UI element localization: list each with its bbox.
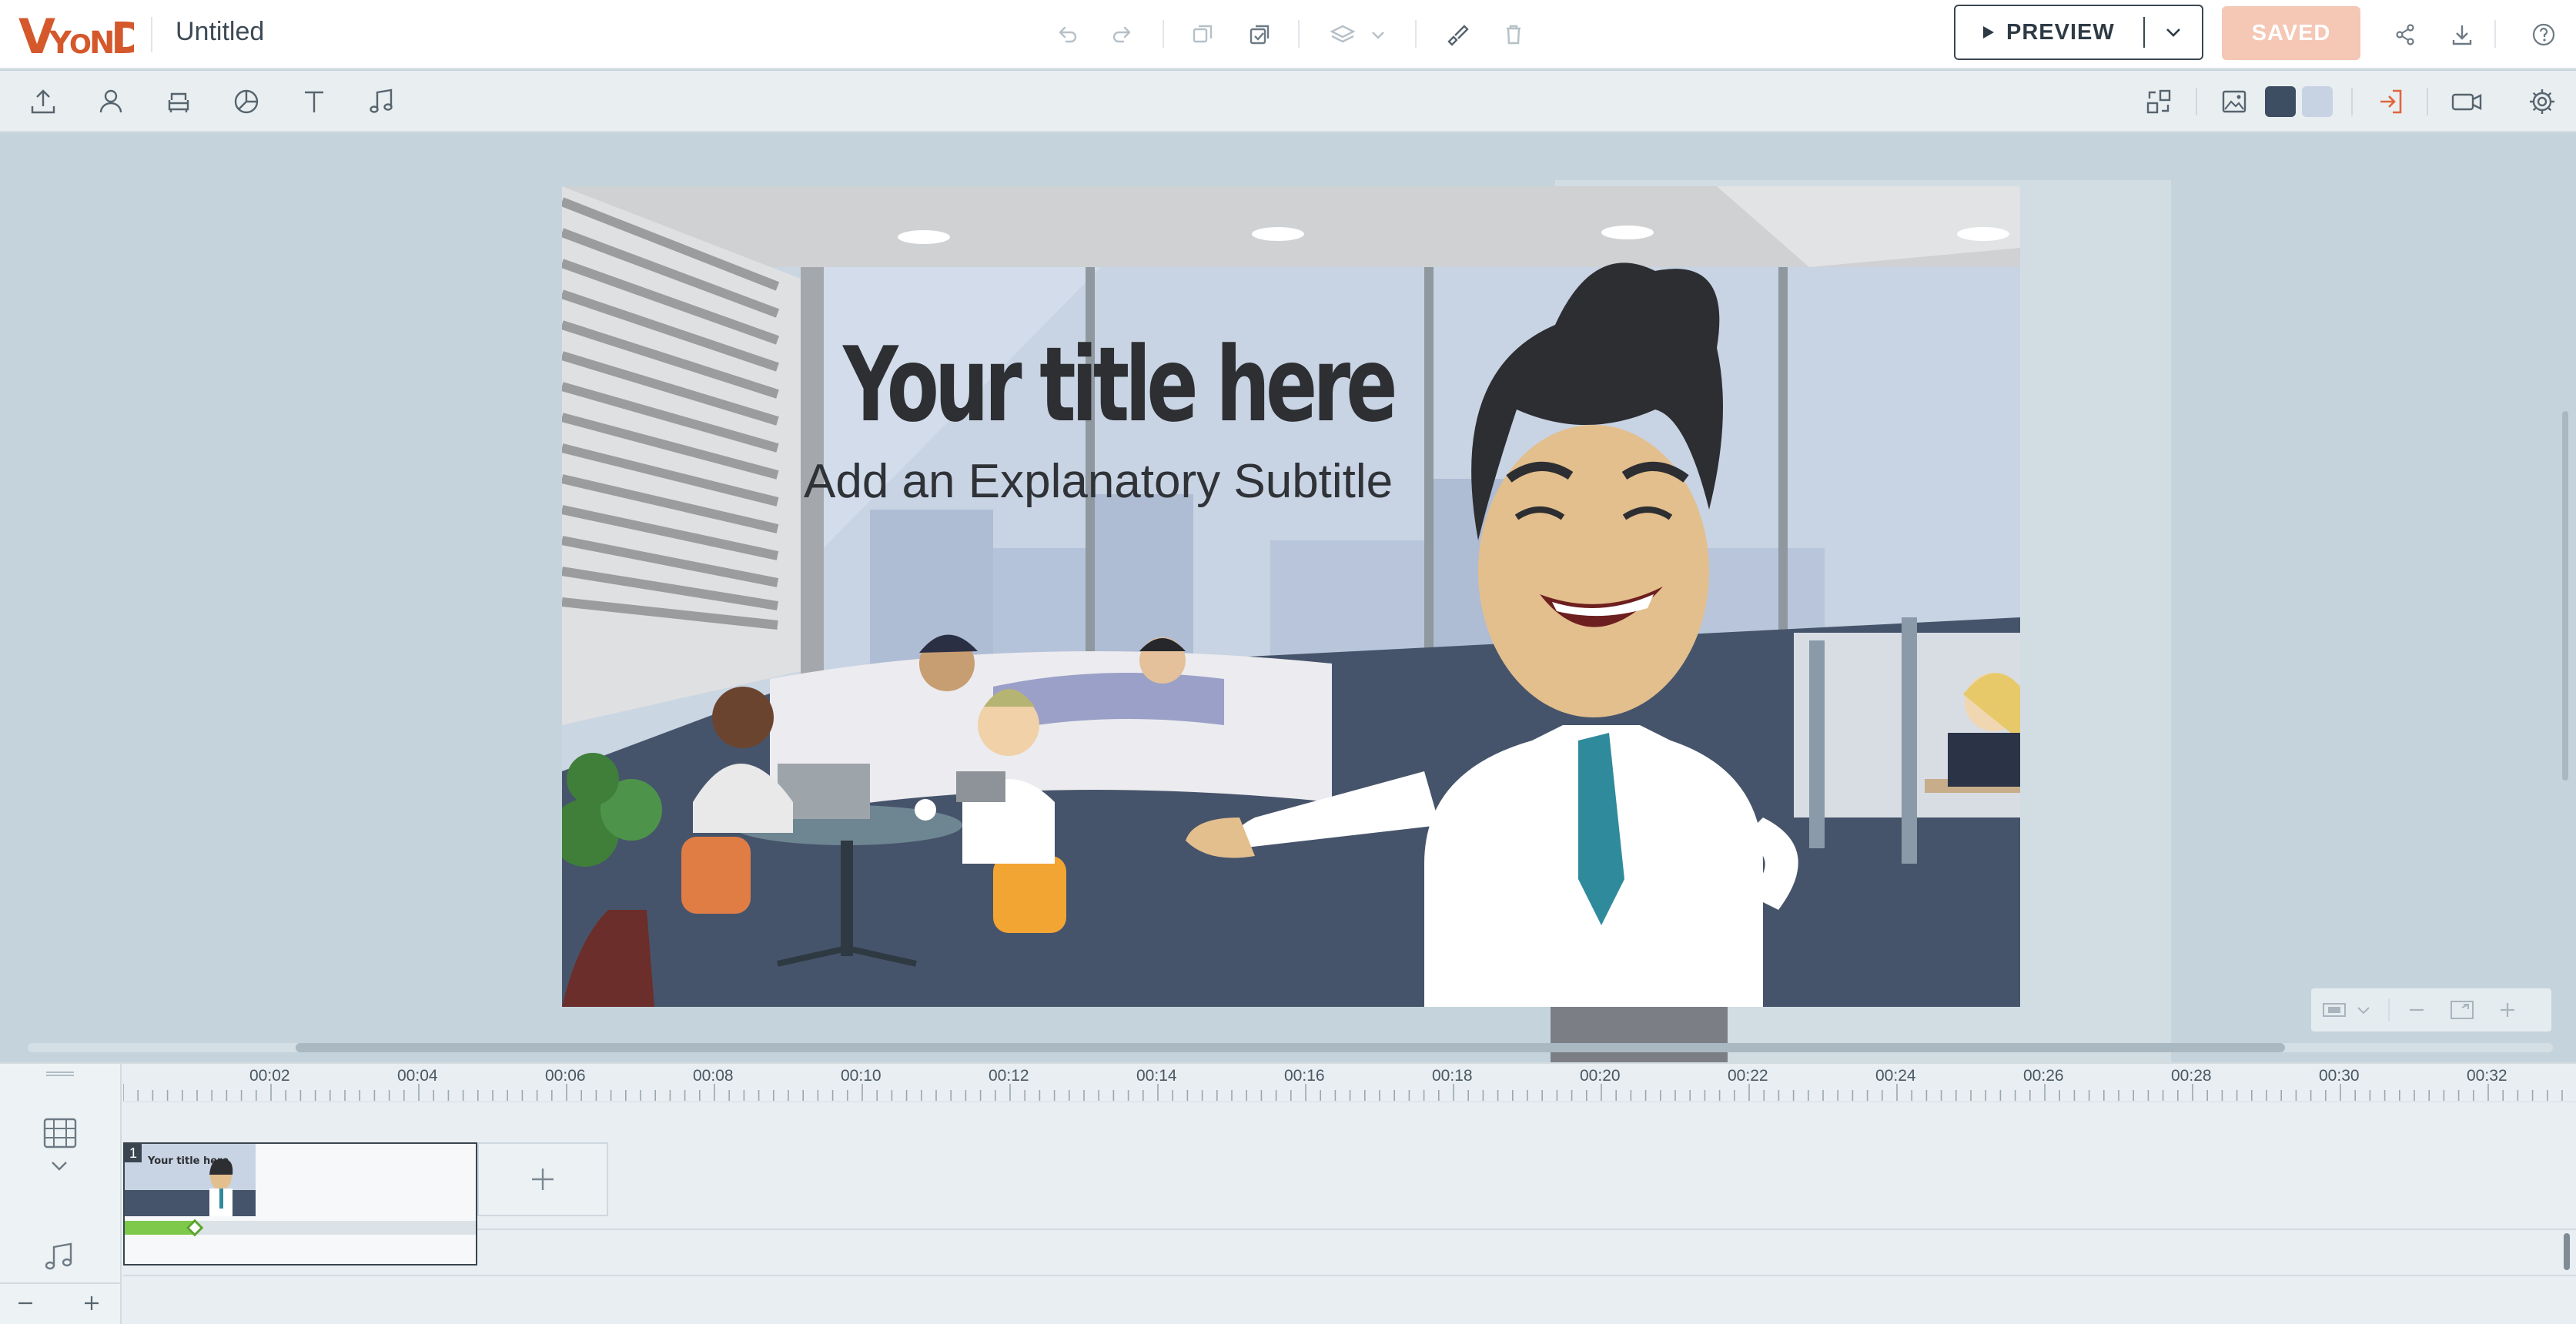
- preview-main[interactable]: PREVIEW: [1955, 6, 2143, 59]
- download-icon[interactable]: [2445, 18, 2479, 52]
- timeline-track-headers: [0, 1064, 122, 1324]
- preview-button[interactable]: PREVIEW: [1954, 5, 2203, 60]
- paste-icon[interactable]: [1243, 18, 1276, 52]
- vertical-scrollbar-thumb[interactable]: [2562, 411, 2568, 781]
- ruler-tick-label: 00:08: [693, 1067, 734, 1085]
- divider: [1298, 20, 1300, 48]
- preview-label: PREVIEW: [2006, 19, 2115, 45]
- settings-icon[interactable]: [2524, 83, 2561, 120]
- divider: [2388, 998, 2390, 1021]
- brush-icon[interactable]: [1441, 18, 1475, 52]
- zoom-out-icon[interactable]: [2405, 998, 2428, 1021]
- text-icon[interactable]: [296, 83, 333, 120]
- chevron-down-icon[interactable]: [1361, 18, 1395, 52]
- horizontal-scrollbar-thumb[interactable]: [296, 1043, 2285, 1052]
- vyond-logo[interactable]: V Y O N D: [18, 9, 134, 60]
- ruler-tick-label: 00:02: [249, 1067, 290, 1085]
- ruler-tick-label: 00:22: [1728, 1067, 1768, 1085]
- scenes-track-icon[interactable]: [42, 1116, 79, 1150]
- stage-zoom-controls: [2311, 988, 2551, 1031]
- audio-track-icon[interactable]: [42, 1239, 77, 1275]
- ruler-tick-label: 00:06: [545, 1067, 586, 1085]
- ruler-tick-label: 00:30: [2319, 1067, 2360, 1085]
- background-icon[interactable]: [2216, 83, 2253, 120]
- play-icon: [1983, 26, 1994, 38]
- chevron-down-icon: [2166, 28, 2180, 37]
- character-overflow: [1551, 1007, 1728, 1062]
- divider: [0, 1282, 122, 1284]
- svg-text:D: D: [111, 14, 134, 58]
- fullscreen-icon[interactable]: [2447, 998, 2477, 1021]
- share-icon[interactable]: [2388, 18, 2422, 52]
- timeline-zoom-in-icon[interactable]: [80, 1292, 103, 1315]
- color-swatch-light[interactable]: [2302, 86, 2333, 117]
- divider: [2351, 88, 2353, 115]
- scene-canvas[interactable]: Your title here Add an Explanatory Subti…: [562, 186, 2020, 1007]
- document-title[interactable]: Untitled: [176, 17, 264, 47]
- vyond-logo-mark: V Y O N D: [18, 12, 134, 58]
- undo-icon[interactable]: [1050, 18, 1084, 52]
- ruler-tick-label: 00:24: [1875, 1067, 1916, 1085]
- add-scene-button[interactable]: [477, 1142, 608, 1216]
- divider: [151, 17, 152, 52]
- scene-title-text[interactable]: Your title here: [843, 325, 1398, 445]
- props-icon[interactable]: [160, 83, 197, 120]
- office-background-illustration: [562, 186, 2020, 1007]
- chart-icon[interactable]: [228, 83, 265, 120]
- timeline-zoom-out-icon[interactable]: [14, 1292, 37, 1315]
- ruler-tick-label: 00:32: [2467, 1067, 2507, 1085]
- divider: [2196, 88, 2197, 115]
- upload-icon[interactable]: [25, 83, 62, 120]
- duplicate-icon[interactable]: [1186, 18, 1219, 52]
- scene-thumbnail[interactable]: Your title here: [125, 1144, 256, 1216]
- audio-track[interactable]: [123, 1230, 2576, 1276]
- help-icon[interactable]: [2527, 18, 2561, 52]
- ruler-tick-label: 00:16: [1284, 1067, 1325, 1085]
- divider: [2494, 20, 2496, 48]
- timeline-ruler[interactable]: 00:02 00:04 00:06 00:08 00:10 00:12 00:14 00:16…: [123, 1064, 2576, 1102]
- fit-stage-icon[interactable]: [2320, 999, 2354, 1021]
- ruler-tick-label: 00:12: [989, 1067, 1029, 1085]
- ruler-tick-label: 00:18: [1432, 1067, 1473, 1085]
- scenes-track: 1 Your title here: [123, 1102, 2576, 1265]
- color-swatch-dark[interactable]: [2265, 86, 2296, 117]
- divider: [1415, 20, 1417, 48]
- ruler-tick-label: 00:14: [1136, 1067, 1177, 1085]
- zoom-in-icon[interactable]: [2496, 998, 2519, 1021]
- ruler-tick-label: 00:20: [1580, 1067, 1621, 1085]
- layers-icon[interactable]: [1326, 18, 1360, 52]
- chevron-down-icon[interactable]: [2354, 1002, 2373, 1018]
- divider: [1163, 20, 1164, 48]
- trash-icon[interactable]: [1497, 18, 1531, 52]
- chevron-down-icon[interactable]: [48, 1158, 71, 1173]
- swap-icon[interactable]: [2140, 83, 2177, 120]
- ruler-tick-label: 00:28: [2171, 1067, 2212, 1085]
- divider: [2427, 88, 2428, 115]
- enter-icon[interactable]: [2373, 83, 2410, 120]
- redo-icon[interactable]: [1106, 18, 1139, 52]
- asset-toolbar: [0, 71, 2576, 132]
- camera-icon[interactable]: [2448, 83, 2485, 120]
- ruler-tick-label: 00:10: [841, 1067, 882, 1085]
- timeline-panel: 00:02 00:04 00:06 00:08 00:10 00:12 00:14 00:16…: [0, 1062, 2576, 1324]
- ruler-tick-label: 00:26: [2023, 1067, 2064, 1085]
- scene-subtitle-text[interactable]: Add an Explanatory Subtitle: [804, 454, 1393, 509]
- timeline-scrollbar-thumb[interactable]: [2564, 1233, 2570, 1270]
- preview-options-dropdown[interactable]: [2145, 6, 2202, 59]
- saved-button[interactable]: SAVED: [2222, 6, 2360, 60]
- ruler-tick-label: 00:04: [397, 1067, 438, 1085]
- plus-icon: [532, 1169, 554, 1190]
- scene-number: 1: [125, 1144, 142, 1162]
- music-icon[interactable]: [363, 83, 400, 120]
- drag-handle-icon[interactable]: [45, 1070, 75, 1078]
- character-icon[interactable]: [92, 83, 129, 120]
- top-bar: V Y O N D Untitled PREVIEW SAVED: [0, 0, 2576, 69]
